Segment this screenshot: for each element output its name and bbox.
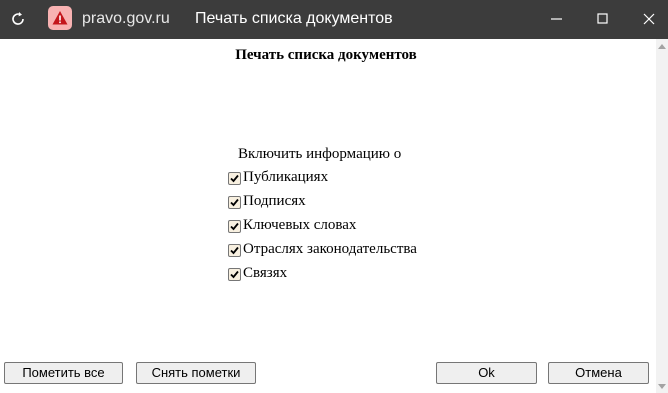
check-icon [230, 222, 239, 231]
window-domain: pravo.gov.ru [82, 10, 170, 27]
vertical-scrollbar[interactable] [656, 39, 668, 393]
ok-button[interactable]: Ok [436, 362, 537, 384]
reload-icon[interactable] [8, 9, 28, 29]
check-icon [230, 198, 239, 207]
check-icon [230, 174, 239, 183]
check-icon [230, 246, 239, 255]
check-icon [230, 270, 239, 279]
clear-marks-button[interactable]: Снять пометки [136, 362, 256, 384]
close-icon[interactable] [626, 0, 668, 39]
scroll-down-icon[interactable] [658, 384, 666, 389]
maximize-icon[interactable] [580, 0, 626, 39]
option-label: Отраслях законодательства [243, 241, 417, 257]
publications-checkbox[interactable] [228, 172, 241, 185]
scroll-up-icon[interactable] [658, 44, 666, 49]
minimize-icon[interactable] [534, 0, 580, 39]
title-bar: pravo.gov.ru Печать списка документов [0, 0, 668, 39]
option-label: Ключевых словах [243, 217, 357, 233]
warning-icon[interactable] [48, 6, 72, 30]
option-label: Публикациях [243, 169, 329, 185]
page-title: Печать списка документов [235, 47, 417, 63]
window-title: Печать списка документов [195, 10, 393, 27]
keywords-checkbox[interactable] [228, 220, 241, 233]
option-label: Связях [243, 265, 288, 281]
legislation-branches-checkbox[interactable] [228, 244, 241, 257]
include-info-label: Включить информацию о [238, 146, 402, 162]
mark-all-button[interactable]: Пометить все [4, 362, 123, 384]
cancel-button[interactable]: Отмена [548, 362, 649, 384]
option-label: Подписях [243, 193, 306, 209]
links-checkbox[interactable] [228, 268, 241, 281]
signatures-checkbox[interactable] [228, 196, 241, 209]
